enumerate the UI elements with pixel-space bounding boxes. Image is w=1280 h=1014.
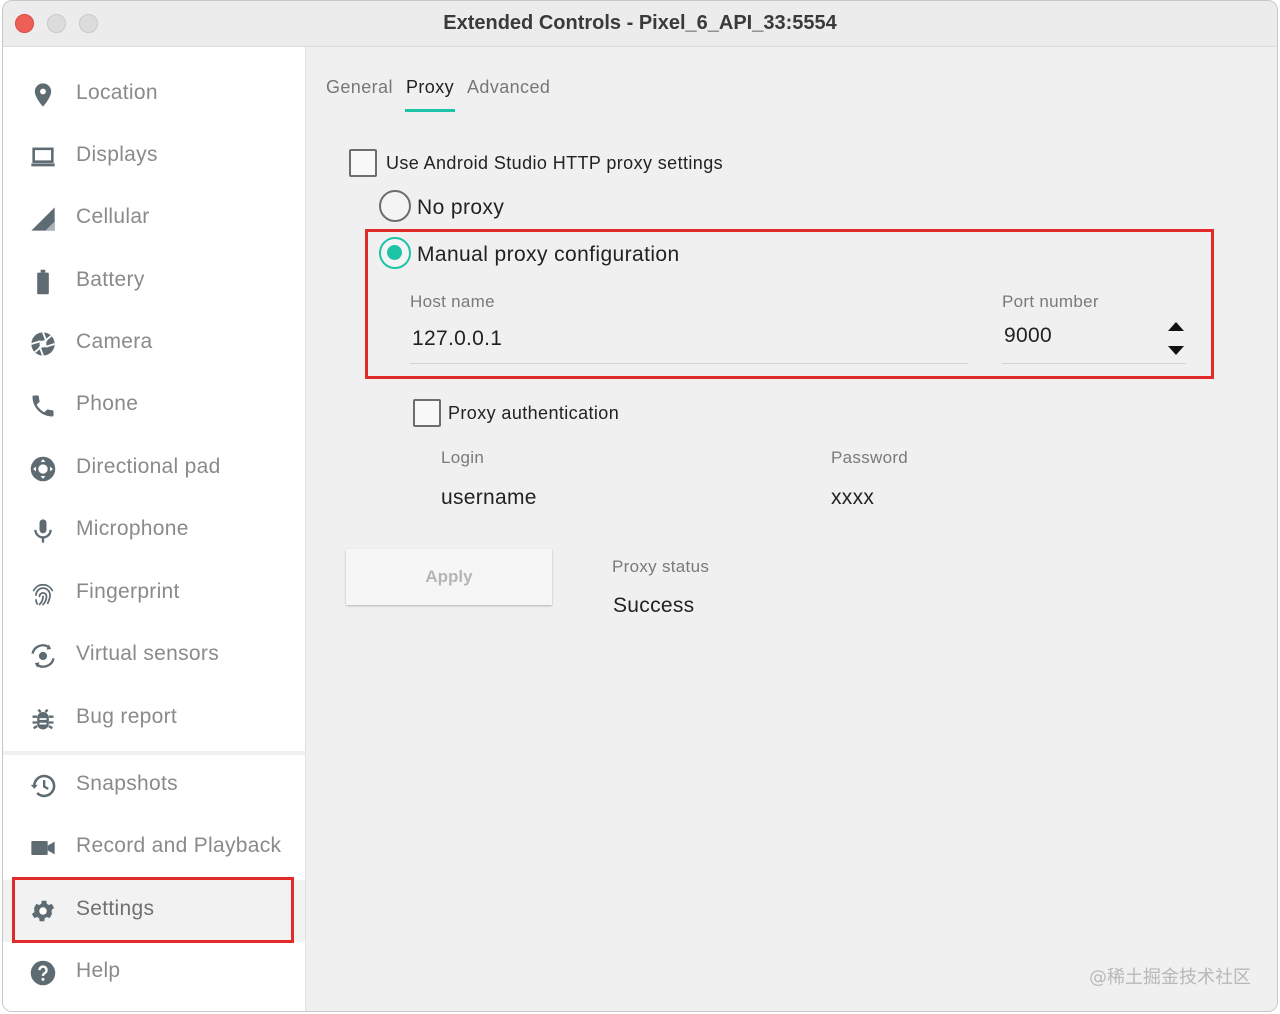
dpad-icon (30, 456, 56, 482)
sidebar-item-label: Phone (76, 392, 139, 415)
sidebar-item-location[interactable]: Location (3, 64, 305, 126)
tab-proxy[interactable]: Proxy (406, 77, 454, 98)
tab-advanced[interactable]: Advanced (467, 77, 550, 98)
no-proxy-radio[interactable] (379, 190, 411, 222)
sidebar-item-fingerprint[interactable]: Fingerprint (3, 563, 305, 625)
battery-icon (37, 269, 49, 295)
proxy-status-caption: Proxy status (612, 557, 710, 576)
location-pin-icon (34, 83, 52, 107)
manual-proxy-radio[interactable] (379, 237, 411, 269)
sidebar-item-label: Displays (76, 143, 158, 166)
sidebar-item-directional-pad[interactable]: Directional pad (3, 438, 305, 500)
camera-aperture-icon (31, 332, 55, 356)
title-bar: Extended Controls - Pixel_6_API_33:5554 (3, 1, 1277, 47)
password-caption: Password (831, 448, 909, 467)
display-icon (31, 147, 55, 167)
sidebar-item-help[interactable]: Help (3, 942, 305, 1004)
extended-controls-window: Extended Controls - Pixel_6_API_33:5554 … (2, 0, 1278, 1012)
video-camera-icon (31, 841, 55, 855)
proxy-authentication-label: Proxy authentication (448, 403, 620, 423)
password-input[interactable]: xxxx (831, 486, 874, 510)
sidebar-main-group: Location Displays Cellular Battery Camer… (3, 47, 305, 751)
proxy-status-value: Success (613, 594, 695, 617)
sidebar-item-label: Battery (76, 268, 145, 291)
sidebar-item-snapshots[interactable]: Snapshots (3, 755, 305, 817)
settings-highlight-box (12, 877, 294, 943)
sidebar-item-displays[interactable]: Displays (3, 126, 305, 188)
login-caption: Login (441, 448, 485, 467)
tab-general[interactable]: General (326, 77, 393, 98)
proxy-settings-panel: General Proxy Advanced Use Android Studi… (305, 47, 1277, 1011)
sidebar-item-camera[interactable]: Camera (3, 313, 305, 375)
apply-button[interactable]: Apply (346, 549, 552, 605)
fingerprint-icon (32, 584, 54, 606)
port-decrement-icon[interactable] (1168, 346, 1184, 355)
sidebar-item-label: Microphone (76, 517, 189, 540)
sidebar-item-label: Virtual sensors (76, 642, 220, 665)
sidebar-item-label: Record and Playback (76, 834, 282, 857)
host-name-underline (410, 363, 968, 364)
rotation-icon (31, 644, 55, 668)
host-name-caption: Host name (410, 292, 495, 311)
use-studio-proxy-checkbox[interactable] (349, 149, 377, 177)
sidebar-item-phone[interactable]: Phone (3, 375, 305, 437)
no-proxy-label: No proxy (417, 196, 505, 219)
sidebar-item-label: Camera (76, 330, 153, 353)
use-studio-proxy-label: Use Android Studio HTTP proxy settings (386, 153, 724, 173)
window-title: Extended Controls - Pixel_6_API_33:5554 (443, 12, 837, 34)
phone-icon (32, 395, 54, 417)
history-icon (30, 774, 56, 798)
manual-proxy-label: Manual proxy configuration (417, 243, 680, 266)
sidebar-item-microphone[interactable]: Microphone (3, 500, 305, 562)
cellular-signal-icon (31, 207, 55, 231)
sidebar-item-label: Location (76, 81, 158, 104)
help-icon (30, 960, 56, 986)
watermark: @稀土掘金技术社区 (1089, 967, 1251, 988)
sidebar-item-bug-report[interactable]: Bug report (3, 688, 305, 750)
sidebar-item-label: Directional pad (76, 455, 221, 478)
port-number-input[interactable]: 9000 (1004, 324, 1052, 348)
port-number-caption: Port number (1002, 292, 1099, 311)
sidebar-item-label: Help (76, 959, 121, 982)
sidebar-item-cellular[interactable]: Cellular (3, 188, 305, 250)
sidebar-item-record-and-playback[interactable]: Record and Playback (3, 817, 305, 879)
sidebar-item-label: Bug report (76, 705, 178, 728)
port-increment-icon[interactable] (1168, 322, 1184, 331)
sidebar-item-battery[interactable]: Battery (3, 251, 305, 313)
microphone-icon (34, 519, 52, 543)
port-number-underline (1002, 363, 1186, 364)
proxy-authentication-checkbox[interactable] (413, 399, 441, 427)
sidebar-item-virtual-sensors[interactable]: Virtual sensors (3, 625, 305, 687)
login-input[interactable]: username (441, 486, 537, 510)
host-name-input[interactable]: 127.0.0.1 (412, 327, 502, 351)
sidebar-item-label: Fingerprint (76, 580, 180, 603)
active-tab-indicator (405, 109, 455, 112)
sidebar-item-label: Cellular (76, 205, 150, 228)
sidebar: Location Displays Cellular Battery Camer… (3, 47, 305, 1011)
sidebar-item-label: Snapshots (76, 772, 178, 795)
bug-icon (32, 708, 54, 730)
